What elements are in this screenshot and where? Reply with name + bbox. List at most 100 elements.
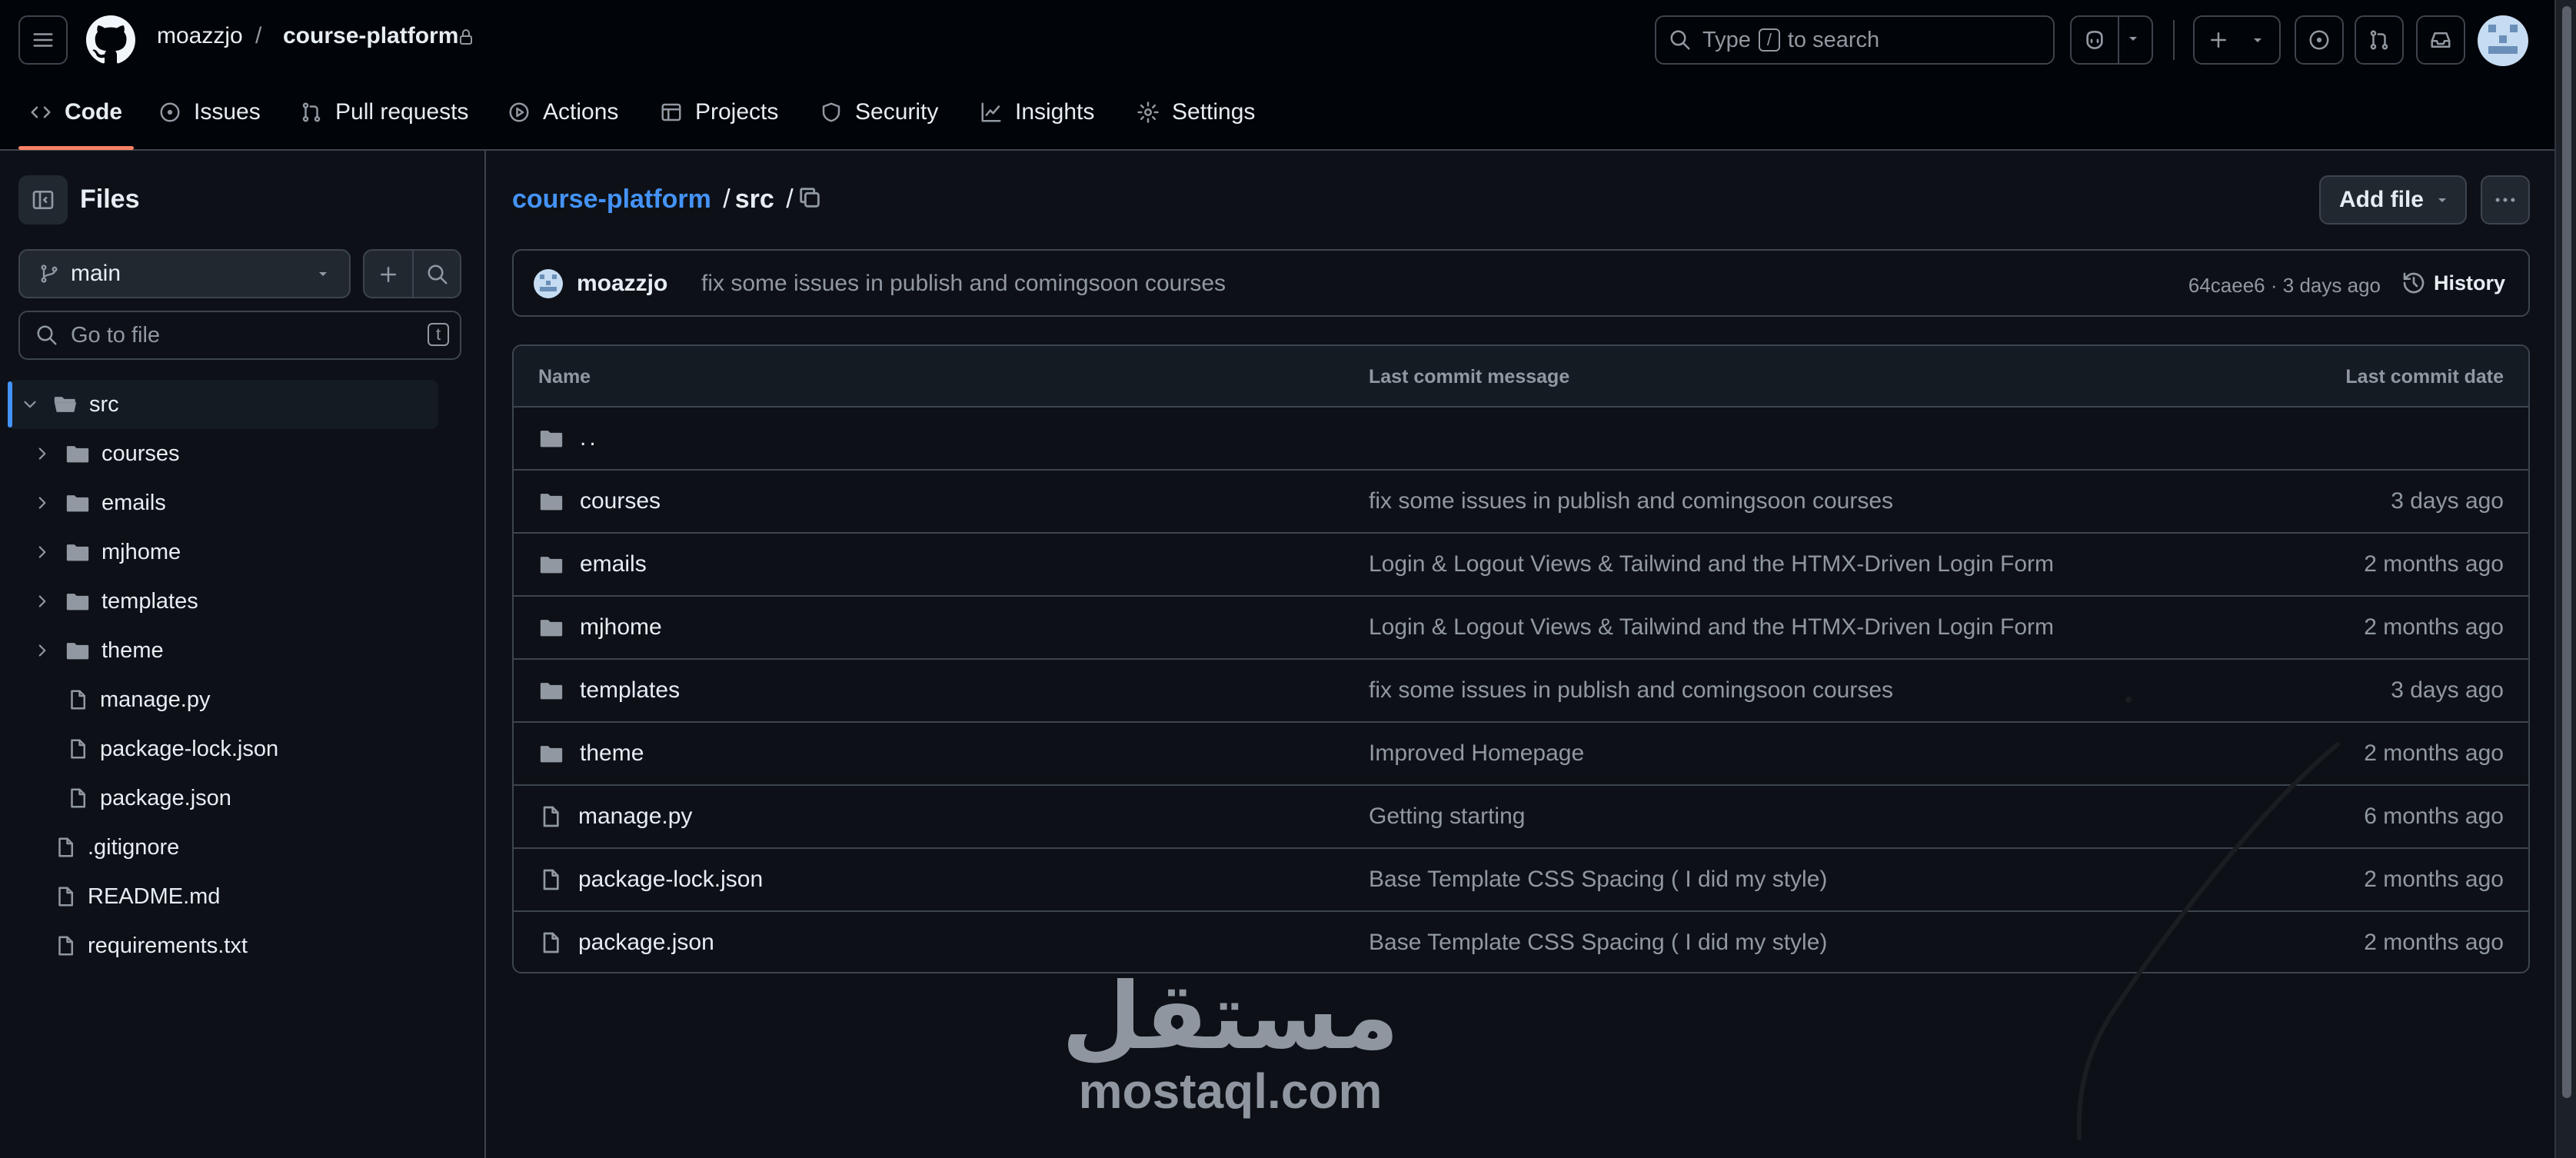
file-name-link[interactable]: templates [580,677,680,704]
search-prefix: Type [1702,27,1751,52]
file-name-link[interactable]: mjhome [580,614,662,641]
tree-item-manage-py[interactable]: manage.py [66,675,211,724]
table-row[interactable]: templates fix some issues in publish and… [514,660,2528,723]
tree-item-theme[interactable]: theme [32,626,164,675]
table-icon [660,101,683,124]
tree-item-requirements-txt[interactable]: requirements.txt [54,921,248,970]
commit-message-link[interactable]: Improved Homepage [1369,723,1584,784]
copy-path-button[interactable] [797,185,823,211]
file-name-link[interactable]: emails [580,551,647,577]
tab-issues[interactable]: Issues [158,89,261,135]
more-options-button[interactable] [2481,175,2530,225]
copilot-button[interactable] [2070,15,2153,65]
commit-date: 2 months ago [2364,867,2504,892]
tab-settings[interactable]: Settings [1137,89,1255,135]
folder-icon [538,551,564,577]
file-icon [538,867,563,892]
parent-directory-link[interactable]: .. [580,425,599,451]
tree-item-package-lock-json[interactable]: package-lock.json [66,724,278,774]
commit-message-link[interactable]: Getting starting [1369,786,1525,847]
file-name-link[interactable]: package.json [578,930,714,956]
tab-security[interactable]: Security [820,89,938,135]
menu-button[interactable] [18,15,68,65]
repo-owner-link[interactable]: moazzjo [157,23,243,49]
tab-label: Insights [1015,99,1095,125]
commit-date: 2 months ago [2364,614,2504,640]
tab-actions[interactable]: Actions [508,89,618,135]
file-icon [66,737,89,760]
chevron-right-icon [32,591,54,611]
tree-item-label: mjhome [102,539,181,564]
inbox-button[interactable] [2416,15,2465,65]
tree-item-package-json[interactable]: package.json [66,774,231,823]
tab-code[interactable]: Code [29,89,122,135]
pull-requests-button[interactable] [2355,15,2404,65]
tree-item-src[interactable]: src [20,380,119,429]
tab-label: Settings [1172,99,1256,125]
search-input[interactable]: Type / to search [1655,15,2055,65]
tree-item-templates[interactable]: templates [32,577,198,626]
file-name-link[interactable]: package-lock.json [578,867,763,893]
tree-item-courses[interactable]: courses [32,429,180,478]
scrollbar-thumb[interactable] [2562,6,2571,1098]
github-logo-icon[interactable] [86,15,135,65]
commit-author-link[interactable]: moazzjo [577,271,667,297]
commit-message-link[interactable]: Login & Logout Views & Tailwind and the … [1369,597,2054,658]
history-label: History [2433,271,2505,294]
column-header-name: Name [538,366,591,388]
repo-name-link[interactable]: course-platform [283,23,458,49]
commit-message-link[interactable]: fix some issues in publish and comingsoo… [1369,660,1893,721]
commit-message-link[interactable]: Login & Logout Views & Tailwind and the … [1369,534,2054,595]
chevron-down-icon [20,394,42,414]
commit-message-link[interactable]: Base Template CSS Spacing ( I did my sty… [1369,849,1827,910]
table-row-parent[interactable]: .. [514,408,2528,471]
add-file-button[interactable] [377,263,400,286]
folder-icon [538,614,564,641]
sidebar-collapse-icon [31,188,55,212]
play-icon [508,101,531,124]
graph-icon [980,101,1003,124]
tree-item-gitignore[interactable]: .gitignore [54,823,179,872]
table-row[interactable]: emails Login & Logout Views & Tailwind a… [514,534,2528,597]
issues-button[interactable] [2295,15,2344,65]
page-scrollbar[interactable] [2554,0,2576,1158]
collapse-sidebar-button[interactable] [18,175,68,225]
add-file-dropdown-button[interactable]: Add file [2319,175,2467,225]
folder-icon [538,488,564,514]
commit-meta-dot: · [2270,274,2278,297]
plus-icon [2207,28,2230,52]
avatar[interactable] [2478,15,2528,66]
file-name-link[interactable]: manage.py [578,804,692,830]
search-files-button[interactable] [426,263,449,286]
tree-item-label: templates [102,588,198,614]
tab-pull-requests[interactable]: Pull requests [300,89,468,135]
go-to-file-input[interactable]: Go to file t [18,311,461,360]
breadcrumb-repo-link[interactable]: course-platform [512,185,711,214]
tree-item-label: package.json [100,785,231,810]
tab-projects[interactable]: Projects [660,89,778,135]
tree-item-readme-md[interactable]: README.md [54,872,220,921]
tree-item-emails[interactable]: emails [32,478,166,527]
commit-date: 2 months ago [2364,930,2504,955]
column-header-date: Last commit date [2345,366,2504,388]
file-icon [538,930,563,955]
commit-sha-link[interactable]: 64caee6 [2188,274,2265,297]
file-name-link[interactable]: theme [580,740,644,767]
commit-meta: 64caee6 · 3 days ago [2188,274,2381,298]
tab-insights[interactable]: Insights [980,89,1094,135]
copilot-icon [2082,28,2107,52]
history-button[interactable]: History [2401,271,2505,295]
branch-selector[interactable]: main [18,249,351,298]
file-icon [66,688,89,711]
commit-message-link[interactable]: fix some issues in publish and comingsoo… [701,271,1226,297]
file-name-link[interactable]: courses [580,488,661,514]
table-row[interactable]: mjhome Login & Logout Views & Tailwind a… [514,597,2528,660]
commit-author-avatar[interactable] [534,269,563,298]
tree-item-mjhome[interactable]: mjhome [32,527,181,577]
branch-name: main [71,261,121,286]
create-new-button[interactable] [2193,15,2281,65]
commit-message-link[interactable]: Base Template CSS Spacing ( I did my sty… [1369,912,1827,972]
table-row[interactable]: courses fix some issues in publish and c… [514,471,2528,534]
commit-message-link[interactable]: fix some issues in publish and comingsoo… [1369,471,1893,532]
table-header: Name Last commit message Last commit dat… [514,346,2528,408]
